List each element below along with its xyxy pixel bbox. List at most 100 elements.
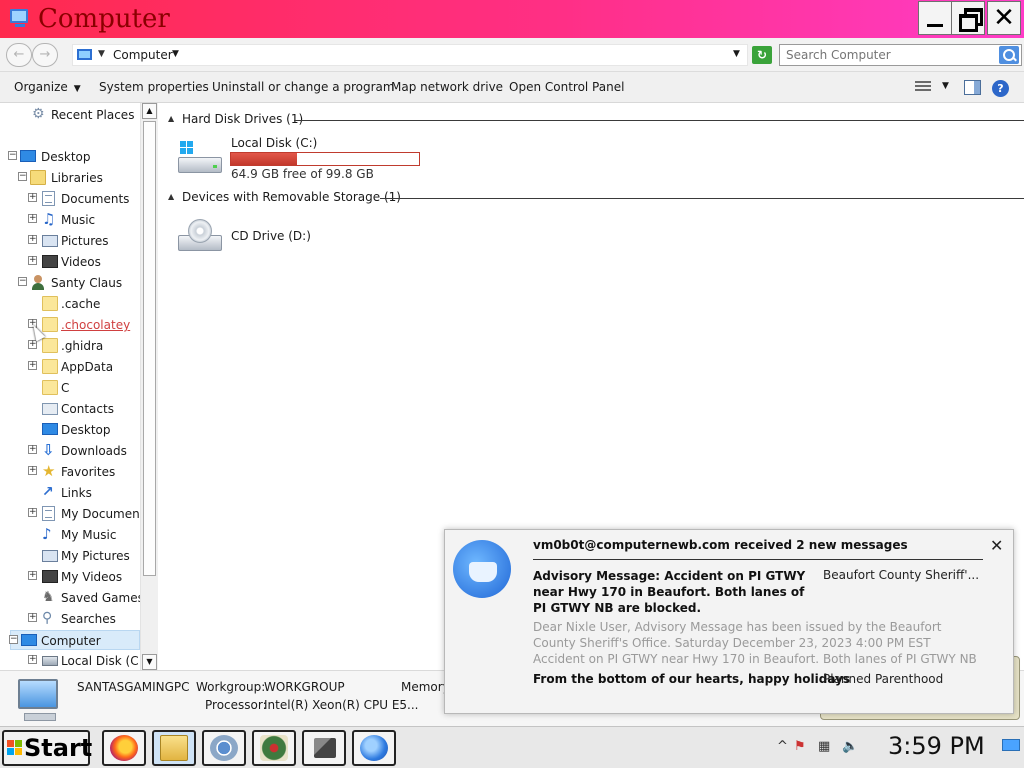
desktop-icon [20,150,36,162]
volume-icon[interactable]: 🔈 [842,739,858,754]
window-title: Computer [38,4,170,34]
open-control-panel-button[interactable]: Open Control Panel [509,80,624,94]
nav-item-favorites[interactable]: + ★ Favorites [0,462,140,482]
mail-notification[interactable]: vm0b0t@computernewb.com received 2 new m… [444,529,1014,714]
forward-button[interactable]: → [32,43,58,67]
chevron-down-icon[interactable]: ▼ [942,81,949,91]
collapse-icon[interactable]: − [9,635,18,644]
nav-item-documents[interactable]: + Documents [0,189,140,209]
show-desktop-button[interactable] [1002,739,1020,751]
expand-icon[interactable]: + [28,235,37,244]
breadcrumb-computer[interactable]: Computer [113,48,173,62]
navigation-pane[interactable]: ⚙ Recent Places − Desktop − Libraries + … [0,103,158,670]
scroll-up-icon[interactable]: ▲ [142,103,157,119]
expand-icon[interactable]: + [28,193,37,202]
collapse-icon[interactable]: − [18,277,27,286]
expand-icon[interactable]: + [28,466,37,475]
uninstall-program-button[interactable]: Uninstall or change a program [212,80,395,94]
nav-item-c[interactable]: C [0,378,140,398]
expand-icon[interactable]: + [28,445,37,454]
group-header-removable-storage[interactable]: ▲ Devices with Removable Storage (1) [168,190,1024,206]
system-properties-button[interactable]: System properties [99,80,209,94]
minimize-button[interactable] [918,1,952,35]
nav-item-appdata[interactable]: + AppData [0,357,140,377]
search-icon[interactable] [999,46,1019,64]
nav-item-chocolatey[interactable]: + .chocolatey [0,315,140,335]
expand-icon[interactable]: + [28,214,37,223]
address-bar[interactable]: ▼ Computer ▼ ▼ [72,44,748,66]
nav-item-saved-games[interactable]: ♞ Saved Games [0,588,144,608]
nav-item-libraries[interactable]: − Libraries [0,168,140,188]
taskbar-thunderbird[interactable] [352,730,396,766]
nav-item-recent-places[interactable]: ⚙ Recent Places [0,105,140,125]
taskbar-chrome[interactable] [202,730,246,766]
expand-icon[interactable]: + [28,613,37,622]
nav-item-local-disk[interactable]: + Local Disk (C:) [0,651,147,670]
nav-item-desktop[interactable]: − Desktop [0,147,140,167]
history-dropdown-icon[interactable]: ▼ [733,49,740,59]
group-header-hard-disk-drives[interactable]: ▲ Hard Disk Drives (1) [168,112,1024,128]
maximize-button[interactable] [951,1,985,35]
taskbar-firefox[interactable] [102,730,146,766]
downloads-icon: ⇩ [42,441,55,459]
nav-item-links[interactable]: ↗ Links [0,483,140,503]
start-button[interactable]: Start [2,730,92,766]
expand-icon[interactable]: + [28,508,37,517]
organize-button[interactable]: Organize ▼ [14,80,81,94]
collapse-group-icon[interactable]: ▲ [168,192,174,201]
help-icon[interactable]: ? [992,80,1009,97]
nav-item-my-pictures[interactable]: My Pictures [0,546,140,566]
chevron-down-icon[interactable]: ▼ [172,49,179,59]
documents-icon [42,191,55,206]
favorites-star-icon: ★ [42,462,56,480]
back-button[interactable]: ← [6,43,32,67]
action-center-flag-icon[interactable]: ⚑ [794,739,806,754]
taskbar-task-view[interactable] [302,730,346,766]
expand-icon[interactable]: + [28,256,37,265]
expand-icon[interactable]: + [28,361,37,370]
nav-item-ghidra[interactable]: + .ghidra [0,336,140,356]
search-input[interactable] [786,47,996,63]
nav-item-my-videos[interactable]: + My Videos [0,567,140,587]
scroll-thumb[interactable] [143,121,156,576]
nav-label: AppData [61,360,114,374]
nav-label: Contacts [61,402,114,416]
nav-item-downloads[interactable]: + ⇩ Downloads [0,441,140,461]
taskbar-ghidra[interactable] [252,730,296,766]
drive-item-cd-drive[interactable]: CD Drive (D:) [178,215,378,261]
nav-item-my-documents[interactable]: + My Documents [0,504,151,524]
collapse-icon[interactable]: − [8,151,17,160]
tray-expand-icon[interactable]: ^ [777,739,788,754]
expand-icon[interactable]: + [28,655,37,664]
documents-icon [42,506,55,521]
network-icon[interactable]: ▦ [818,739,830,754]
preview-pane-icon[interactable] [964,80,981,95]
drive-item-local-disk[interactable]: Local Disk (C:) 64.9 GB free of 99.8 GB [178,133,428,183]
nav-item-user-desktop[interactable]: Desktop [0,420,140,440]
drive-free-space: 64.9 GB free of 99.8 GB [231,167,374,181]
nav-item-user[interactable]: − Santy Claus [0,273,140,293]
nav-item-computer[interactable]: − Computer [9,630,140,650]
nav-item-contacts[interactable]: Contacts [0,399,140,419]
taskbar-clock[interactable]: 3:59 PM [888,732,985,760]
scroll-down-icon[interactable]: ▼ [142,654,157,670]
refresh-button[interactable]: ↻ [752,46,772,64]
collapse-group-icon[interactable]: ▲ [168,114,174,123]
taskbar-explorer[interactable] [152,730,196,766]
change-view-icon[interactable] [915,81,931,95]
title-bar[interactable]: Computer ✕ [0,0,1024,38]
collapse-icon[interactable]: − [18,172,27,181]
nav-item-searches[interactable]: + ⚲ Searches [0,609,140,629]
nav-item-cache[interactable]: .cache [0,294,140,314]
close-button[interactable]: ✕ [987,1,1021,35]
nav-item-videos[interactable]: + Videos [0,252,140,272]
notification-close-button[interactable]: ✕ [990,536,1003,555]
nav-item-music[interactable]: + ♫ Music [0,210,140,230]
breadcrumb-separator-icon[interactable]: ▼ [98,49,105,59]
search-box[interactable] [779,44,1022,66]
expand-icon[interactable]: + [28,571,37,580]
nav-item-my-music[interactable]: ♪ My Music [0,525,140,545]
nav-item-pictures[interactable]: + Pictures [0,231,140,251]
map-network-drive-button[interactable]: Map network drive [391,80,503,94]
nav-scrollbar[interactable]: ▲ ▼ [140,103,158,670]
